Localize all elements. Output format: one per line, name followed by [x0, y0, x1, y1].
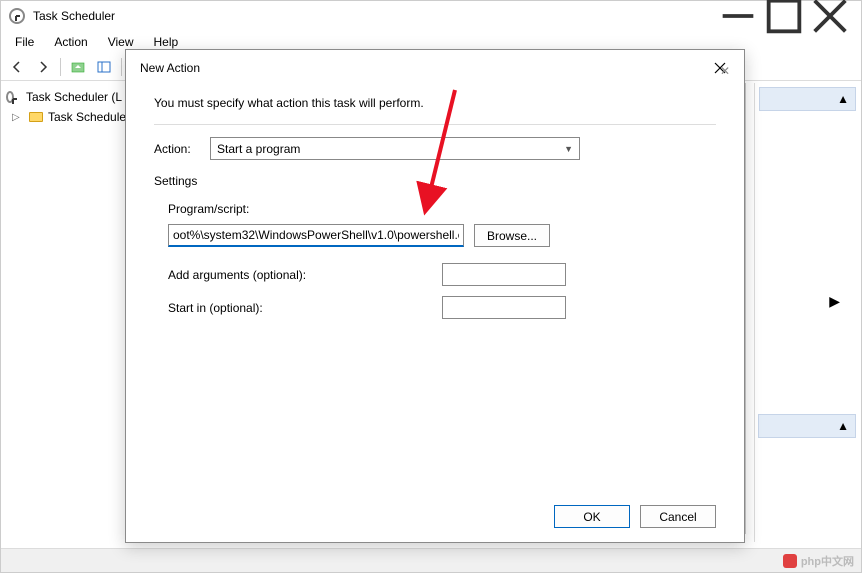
arguments-input[interactable]	[442, 263, 566, 286]
tree-root-label: Task Scheduler (L	[26, 90, 122, 104]
tree-child-label: Task Schedule	[48, 110, 126, 124]
program-row: Browse...	[168, 224, 716, 247]
arrow-right-icon[interactable]: ▶	[829, 293, 840, 310]
dialog-footer: OK Cancel	[554, 505, 716, 528]
expand-icon[interactable]: ▷	[12, 112, 24, 123]
menu-action[interactable]: Action	[44, 33, 97, 51]
dialog-title: New Action	[140, 61, 200, 75]
action-select[interactable]: Start a program ▼	[210, 137, 580, 160]
watermark-text: php中文网	[801, 553, 854, 569]
actions-header-2[interactable]: ▲	[758, 414, 856, 438]
collapse-icon[interactable]: ▲	[837, 92, 849, 106]
menu-help[interactable]: Help	[144, 33, 189, 51]
startin-row: Start in (optional):	[168, 296, 716, 319]
actions-header-1[interactable]: ▲	[759, 87, 856, 111]
toolbar-separator-2	[121, 58, 122, 76]
startin-label: Start in (optional):	[168, 301, 432, 315]
panel-button[interactable]	[92, 55, 116, 79]
collapse-icon-2[interactable]: ▲	[837, 419, 849, 433]
action-row: Action: Start a program ▼	[154, 137, 716, 160]
dialog-header: New Action	[126, 50, 744, 86]
statusbar	[1, 548, 861, 572]
watermark: php中文网	[783, 553, 854, 569]
titlebar: Task Scheduler	[1, 1, 861, 31]
startin-input[interactable]	[442, 296, 566, 319]
chevron-down-icon: ▼	[564, 144, 573, 154]
window-title: Task Scheduler	[33, 9, 715, 23]
browse-button[interactable]: Browse...	[474, 224, 550, 247]
dialog-instruction: You must specify what action this task w…	[154, 96, 716, 110]
back-button[interactable]	[5, 55, 29, 79]
menu-view[interactable]: View	[98, 33, 144, 51]
dialog-body: You must specify what action this task w…	[126, 86, 744, 339]
close-button[interactable]	[807, 1, 853, 31]
clock-icon	[9, 8, 25, 24]
minimize-button[interactable]	[715, 1, 761, 31]
forward-button[interactable]	[31, 55, 55, 79]
up-button[interactable]	[66, 55, 90, 79]
action-select-value: Start a program	[217, 142, 300, 156]
action-label: Action:	[154, 142, 200, 156]
settings-group: Program/script: Browse... Add arguments …	[154, 202, 716, 319]
maximize-button[interactable]	[761, 1, 807, 31]
program-label: Program/script:	[168, 202, 716, 216]
cancel-button[interactable]: Cancel	[640, 505, 716, 528]
settings-label: Settings	[154, 174, 716, 188]
folder-icon	[28, 109, 44, 125]
menu-file[interactable]: File	[5, 33, 44, 51]
program-input[interactable]	[168, 224, 464, 247]
arguments-row: Add arguments (optional):	[168, 263, 716, 286]
toolbar-separator	[60, 58, 61, 76]
secondary-close-icon[interactable]: ✕	[720, 64, 730, 78]
watermark-icon	[783, 554, 797, 568]
new-action-dialog: ✕ New Action You must specify what actio…	[125, 49, 745, 543]
divider	[154, 124, 716, 125]
window-controls	[715, 1, 853, 31]
ok-button[interactable]: OK	[554, 505, 630, 528]
clock-icon	[6, 89, 22, 105]
arguments-label: Add arguments (optional):	[168, 268, 432, 282]
actions-panel: ▲ ▶ ▲	[754, 83, 860, 542]
